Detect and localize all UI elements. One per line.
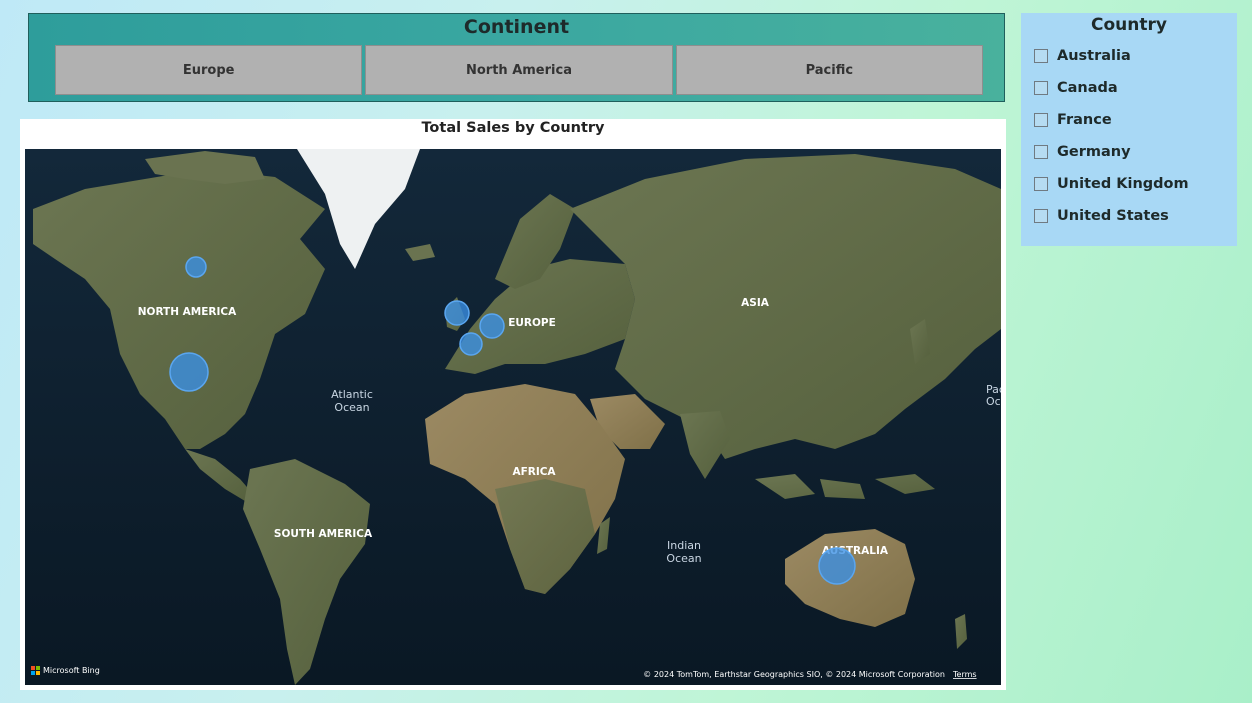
- terms-link[interactable]: Terms: [952, 670, 977, 679]
- checkbox-united-kingdom[interactable]: [1034, 177, 1048, 191]
- region-label-north-america: NORTH AMERICA: [138, 306, 237, 318]
- bubble-canada[interactable]: [185, 256, 207, 278]
- ocean-label-atlantic-1: Atlantic: [331, 388, 373, 401]
- country-item-france[interactable]: France: [1034, 110, 1112, 130]
- checkbox-france[interactable]: [1034, 113, 1048, 127]
- region-label-asia: ASIA: [741, 297, 770, 309]
- sales-map-visual: Total Sales by Country NORTH AMERICA EUR…: [20, 119, 1006, 690]
- world-map[interactable]: NORTH AMERICA EUROPE ASIA AFRICA SOUTH A…: [25, 149, 1001, 685]
- ocean-label-indian-1: Indian: [667, 539, 701, 552]
- bubble-united-kingdom[interactable]: [444, 300, 470, 326]
- country-slicer: Country Australia Canada France Germany …: [1021, 13, 1237, 246]
- continent-slicer: Continent Europe North America Pacific: [28, 13, 1005, 102]
- country-label: France: [1057, 112, 1112, 128]
- country-label: United States: [1057, 208, 1169, 224]
- ocean-label-pacific-2: Oc: [986, 395, 1001, 408]
- checkbox-canada[interactable]: [1034, 81, 1048, 95]
- bing-attribution: Microsoft Bing: [43, 666, 100, 675]
- map-copyright: © 2024 TomTom, Earthstar Geographics SIO…: [643, 670, 945, 679]
- ocean-label-indian-2: Ocean: [666, 552, 701, 565]
- continent-tile-north-america[interactable]: North America: [365, 45, 673, 95]
- continent-tile-row: Europe North America Pacific: [55, 45, 983, 95]
- checkbox-australia[interactable]: [1034, 49, 1048, 63]
- bubble-australia[interactable]: [818, 547, 856, 585]
- continent-slicer-title: Continent: [463, 16, 570, 38]
- continent-tile-pacific[interactable]: Pacific: [675, 45, 983, 95]
- country-item-germany[interactable]: Germany: [1034, 142, 1131, 162]
- bubble-united-states[interactable]: [169, 352, 209, 392]
- checkbox-germany[interactable]: [1034, 145, 1048, 159]
- bubble-france[interactable]: [459, 332, 483, 356]
- ocean-label-atlantic-2: Ocean: [334, 401, 369, 414]
- map-title: Total Sales by Country: [421, 120, 605, 136]
- country-label: Canada: [1057, 80, 1118, 96]
- country-item-united-states[interactable]: United States: [1034, 206, 1169, 226]
- country-item-canada[interactable]: Canada: [1034, 78, 1118, 98]
- country-label: United Kingdom: [1057, 176, 1189, 192]
- country-label: Australia: [1057, 48, 1131, 64]
- region-label-europe: EUROPE: [508, 317, 556, 329]
- continent-tile-europe[interactable]: Europe: [55, 45, 363, 95]
- country-label: Germany: [1057, 144, 1131, 160]
- country-item-united-kingdom[interactable]: United Kingdom: [1034, 174, 1189, 194]
- bubble-germany[interactable]: [479, 313, 505, 339]
- checkbox-united-states[interactable]: [1034, 209, 1048, 223]
- region-label-south-america: SOUTH AMERICA: [274, 528, 373, 540]
- country-item-australia[interactable]: Australia: [1034, 46, 1131, 66]
- region-label-africa: AFRICA: [512, 466, 556, 478]
- country-slicer-title: Country: [1091, 15, 1167, 35]
